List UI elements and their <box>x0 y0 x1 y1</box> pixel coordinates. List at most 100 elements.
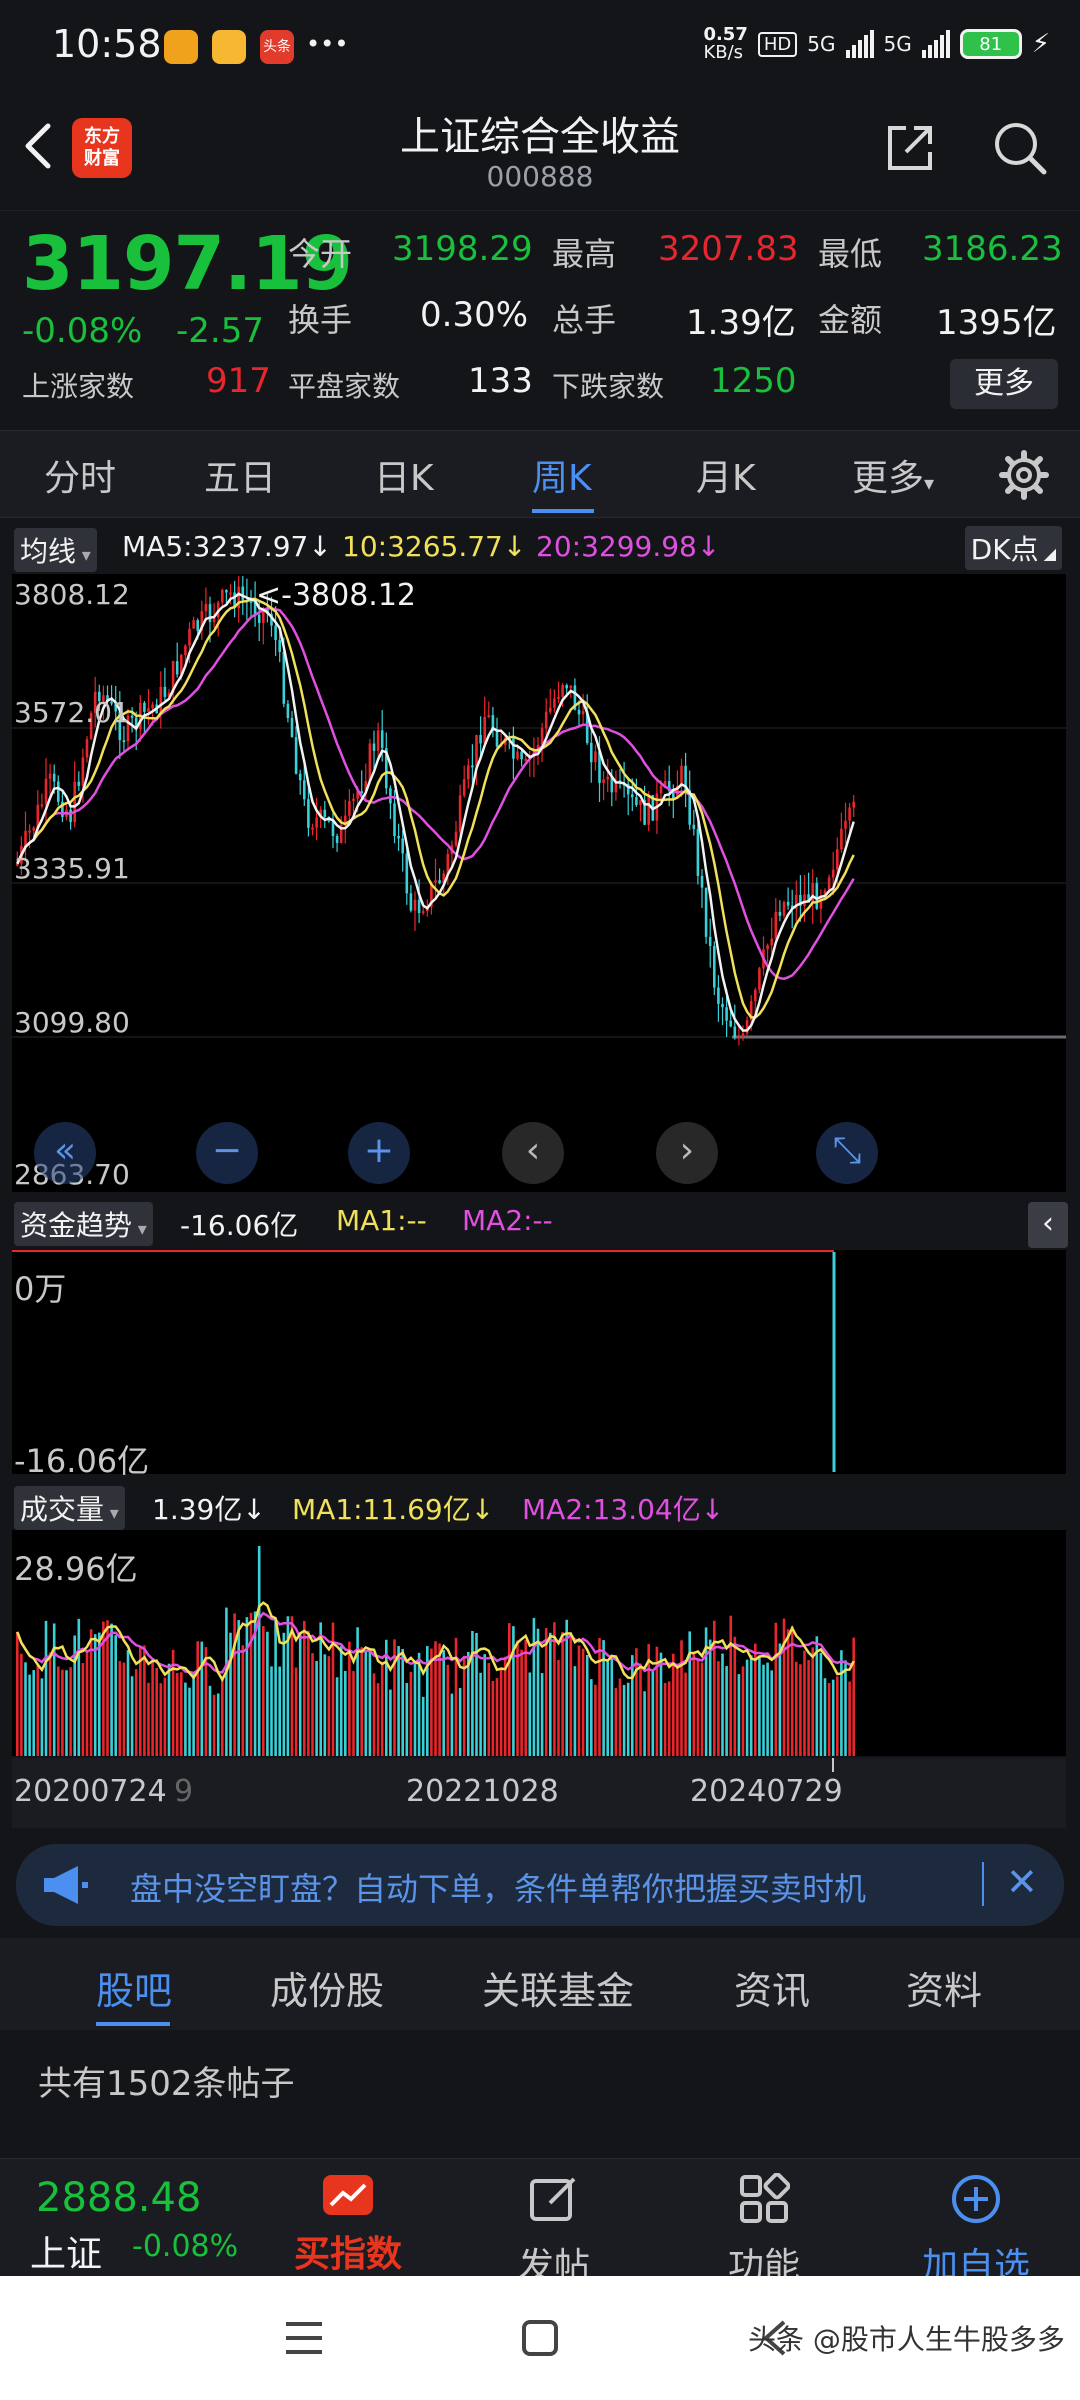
status-bar: 10:58 头条 ••• 0.57 KB/s HD 5G 5G 81 ⚡ <box>0 0 1080 92</box>
candle-body <box>782 901 786 916</box>
menu-nav-button[interactable] <box>280 2318 328 2362</box>
bottom-toolbar: 2888.48 上证 -0.08% 买指数 发帖 功能 加自选 <box>0 2158 1080 2287</box>
zoom-in-button[interactable]: + <box>348 1122 410 1184</box>
tab-related-funds[interactable]: 关联基金 <box>482 1960 634 2015</box>
candle-body <box>52 773 56 782</box>
down-arrow-icon: ↓ <box>242 1493 266 1526</box>
volume-bar <box>368 1651 372 1756</box>
volume-bar <box>508 1623 511 1756</box>
mini-index-quote[interactable]: 2888.48 上证 -0.08% <box>0 2159 260 2277</box>
period-tabs: 分时 五日 日K 周K 月K 更多▾ <box>0 430 1080 518</box>
tab-more-periods[interactable]: 更多▾ <box>852 449 934 501</box>
signal-2-icon <box>921 30 950 58</box>
volume-bar <box>81 1663 85 1756</box>
volume-bar <box>278 1666 281 1756</box>
buy-index-label: 买指数 <box>293 2234 402 2275</box>
volume-bar <box>487 1663 491 1756</box>
amount-label: 金额 <box>818 301 883 339</box>
date-label-2: 20221028 <box>406 1774 559 1809</box>
volume-bar <box>180 1672 183 1756</box>
volume-bar <box>848 1681 851 1756</box>
more-quote-button[interactable]: 更多 <box>950 359 1058 409</box>
candle-body <box>659 785 663 794</box>
candle-body <box>307 799 310 828</box>
posts-area: 共有1502条帖子 <box>0 2030 1080 2158</box>
collapse-panel-button[interactable]: ‹ <box>1028 1202 1068 1248</box>
tab-daily-k[interactable]: 日K <box>374 449 434 501</box>
tab-weekly-k[interactable]: 周K <box>532 449 592 501</box>
candle-body <box>73 781 76 823</box>
candle-body <box>487 715 491 718</box>
kline-chart[interactable]: 3808.12 3572.01 3335.91 3099.80 2863.70 … <box>12 574 1066 1192</box>
fund-indicator-dropdown[interactable]: 资金趋势 ▾ <box>14 1202 153 1246</box>
buy-index-button[interactable]: 买指数 <box>268 2173 428 2277</box>
add-watchlist-button[interactable]: 加自选 <box>896 2173 1056 2289</box>
home-square-icon <box>522 2320 558 2356</box>
functions-button[interactable]: 功能 <box>684 2172 844 2289</box>
search-button[interactable] <box>990 118 1050 178</box>
volume-bar <box>770 1670 773 1756</box>
volume-indicator-dropdown[interactable]: 成交量 ▾ <box>14 1486 125 1530</box>
ma-type-dropdown[interactable]: 均线 ▾ <box>14 528 97 572</box>
close-promo-button[interactable]: ✕ <box>1006 1860 1038 1904</box>
volume-bar <box>631 1655 634 1756</box>
share-button[interactable] <box>882 120 938 176</box>
promo-banner[interactable]: 盘中没空盯盘？自动下单，条件单帮你把握买卖时机 ✕ <box>16 1844 1064 1926</box>
candle-body <box>434 880 437 883</box>
tab-intraday[interactable]: 分时 <box>44 449 116 501</box>
dk-point-button[interactable]: DK点 ◢ <box>964 526 1062 570</box>
volume-chart[interactable]: 28.96亿 <box>12 1530 1066 1756</box>
candle-body <box>225 589 228 593</box>
volume-bar <box>282 1632 286 1756</box>
candle-body <box>69 809 72 823</box>
quote-panel: 3197.19 -0.08% -2.57 今开 3198.29 最高 3207.… <box>0 210 1080 430</box>
candle-body <box>467 765 470 780</box>
candle-body <box>708 936 712 946</box>
volume-bar <box>225 1607 228 1756</box>
fund-label: 资金趋势 <box>20 1209 133 1242</box>
scroll-left-button[interactable]: ‹ <box>502 1122 564 1184</box>
tab-monthly-k[interactable]: 月K <box>696 449 756 501</box>
volume-bar <box>266 1631 269 1756</box>
home-nav-button[interactable] <box>518 2316 562 2364</box>
scroll-start-button[interactable]: « <box>34 1122 96 1184</box>
back-button[interactable] <box>18 114 66 184</box>
volume-bar <box>196 1641 199 1756</box>
volume-bar <box>311 1653 314 1756</box>
header: 上证综合全收益 000888 东方 财富 <box>0 92 1080 210</box>
volume-bar <box>471 1630 474 1756</box>
candle-body <box>315 817 318 828</box>
change-amount: -2.57 <box>176 311 264 351</box>
chart-settings-button[interactable] <box>998 449 1050 501</box>
volume-bar <box>212 1694 216 1756</box>
candle-body <box>602 779 605 783</box>
candle-body <box>561 685 564 697</box>
post-button[interactable]: 发帖 <box>474 2173 634 2289</box>
zoom-out-button[interactable]: − <box>196 1122 258 1184</box>
tab-news[interactable]: 资讯 <box>734 1960 810 2015</box>
candle-body <box>811 883 814 903</box>
volume-bar <box>503 1656 507 1756</box>
fullscreen-button[interactable]: ⤡ <box>816 1122 878 1184</box>
tab-constituents[interactable]: 成份股 <box>270 1960 384 2015</box>
volume-value: 1.39亿 <box>152 1493 243 1526</box>
volume-bar <box>167 1663 171 1756</box>
volume-bar <box>28 1674 31 1756</box>
volume-bar <box>126 1650 130 1756</box>
volume-bar <box>610 1654 614 1756</box>
volume-bar <box>32 1670 35 1756</box>
candle-body <box>221 589 224 603</box>
more-notifications-icon: ••• <box>306 30 349 58</box>
kline-svg <box>12 574 1066 1192</box>
candle-body <box>184 645 187 656</box>
scroll-right-button[interactable]: › <box>656 1122 718 1184</box>
volume-bar <box>155 1668 158 1756</box>
candle-body <box>462 779 466 796</box>
tab-forum[interactable]: 股吧 <box>96 1960 172 2015</box>
tab-five-day[interactable]: 五日 <box>204 449 276 501</box>
candle-body <box>241 586 245 600</box>
tab-profile[interactable]: 资料 <box>906 1960 982 2015</box>
volume-bar <box>421 1696 425 1756</box>
volume-bar <box>401 1649 404 1756</box>
volume-bar <box>688 1631 691 1756</box>
